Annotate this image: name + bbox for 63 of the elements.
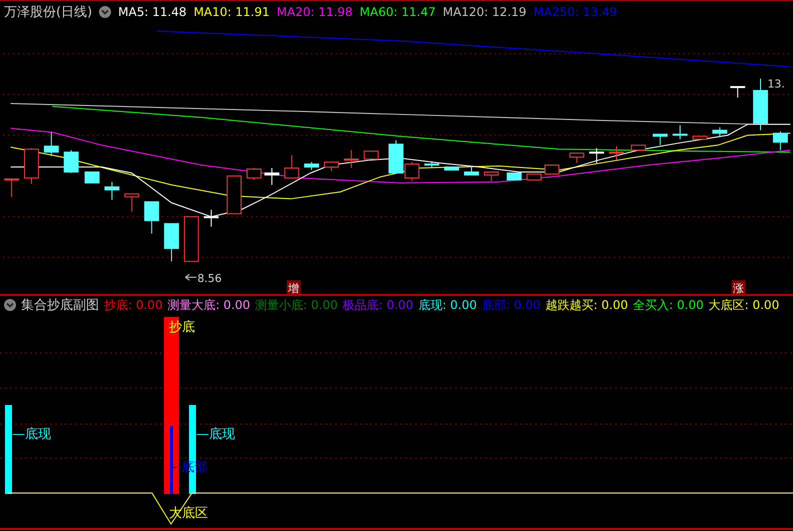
candlestick <box>772 130 788 150</box>
price-label: 8.56 <box>197 272 222 286</box>
arrow-icon <box>184 274 197 281</box>
candlestick <box>464 165 479 176</box>
indicator-value: MA120: 12.19 <box>442 4 526 19</box>
candlestick <box>712 126 728 138</box>
candlestick <box>484 171 499 182</box>
indicator-title: 集合抄底副图 <box>21 297 99 314</box>
price-label: 13. <box>767 77 785 90</box>
candlestick <box>284 154 300 178</box>
candlestick <box>226 175 242 214</box>
candlestick <box>104 181 120 200</box>
indicator-value: 极品底: 0.00 <box>342 296 414 314</box>
candlestick <box>344 149 359 168</box>
candlestick <box>424 160 440 168</box>
candlestick <box>630 144 646 150</box>
indicator-value: 测量小底: 0.00 <box>255 296 338 314</box>
dropdown-icon[interactable] <box>4 299 16 311</box>
indicator-value: 越跌越买: 0.00 <box>545 296 628 314</box>
candlestick <box>184 216 199 262</box>
candlestick <box>264 167 280 186</box>
indicator-value: 测量大底: 0.00 <box>168 296 250 314</box>
indicator-value: MA250: 13.49 <box>533 4 618 19</box>
indicator-value: 大底区: 0.00 <box>708 296 780 314</box>
candlestick <box>144 201 160 234</box>
candlestick <box>506 172 522 180</box>
candlestick <box>609 146 624 160</box>
chart-annotation: —底现 <box>196 427 235 442</box>
signal-marker: 涨 <box>732 280 746 294</box>
stock-title: 万泽股份(日线) <box>4 4 92 21</box>
candlestick <box>4 178 20 198</box>
candlestick <box>526 173 542 180</box>
candlestick <box>544 164 560 174</box>
indicator-value: MA20: 11.98 <box>276 4 353 19</box>
candlestick <box>569 152 584 164</box>
candlestick <box>444 166 460 170</box>
chart-annotation: —底现 <box>12 427 51 442</box>
candlestick <box>672 124 688 140</box>
candlestick <box>324 161 339 172</box>
indicator-value: 抄底: 0.00 <box>104 296 163 314</box>
candlestick <box>753 78 768 131</box>
candlestick <box>246 167 262 180</box>
indicator-value: 底现: 0.00 <box>418 296 477 314</box>
candlestick <box>589 148 604 164</box>
indicator-value: MA5: 11.48 <box>118 4 187 19</box>
candlestick <box>164 222 179 262</box>
signal-marker: 增 <box>286 280 301 294</box>
candlestick <box>204 209 219 227</box>
candlestick <box>730 86 746 98</box>
candlestick <box>364 150 379 160</box>
candlestick <box>64 149 79 174</box>
candlestick <box>84 171 100 184</box>
candlestick <box>652 134 668 146</box>
dropdown-icon[interactable] <box>99 6 112 18</box>
candlestick <box>304 161 320 170</box>
candlestick <box>24 148 39 184</box>
candlestick <box>44 132 59 156</box>
candlestick <box>692 136 708 140</box>
indicator-value: 全买入: 0.00 <box>633 296 704 314</box>
indicator-value: MA10: 11.91 <box>194 4 270 19</box>
candlestick <box>124 193 140 212</box>
indicator-value: 底部: 0.00 <box>482 296 540 314</box>
indicator-value: MA60: 11.47 <box>360 4 436 19</box>
